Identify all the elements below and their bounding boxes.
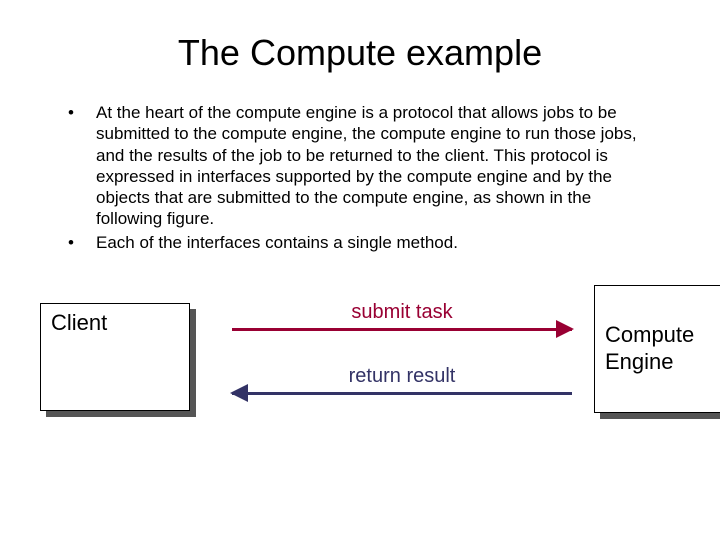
bullet-item: Each of the interfaces contains a single… — [68, 232, 660, 253]
engine-box-face: Compute Engine — [594, 285, 720, 413]
engine-label-line1: Compute — [605, 322, 694, 348]
bullet-list: At the heart of the compute engine is a … — [68, 102, 660, 253]
slide-title: The Compute example — [40, 32, 680, 74]
return-arrow-group: return result — [232, 365, 572, 395]
client-label: Client — [51, 310, 107, 336]
return-arrow — [232, 392, 572, 395]
submit-label: submit task — [232, 301, 572, 324]
diagram: Client submit task return result Compute… — [40, 281, 680, 451]
slide: The Compute example At the heart of the … — [0, 0, 720, 471]
engine-label-line2: Engine — [605, 349, 674, 375]
client-box-face: Client — [40, 303, 190, 411]
client-box: Client — [40, 303, 190, 411]
return-label: return result — [232, 365, 572, 388]
arrow-head-left-icon — [230, 384, 248, 402]
submit-arrow — [232, 328, 572, 331]
bullet-item: At the heart of the compute engine is a … — [68, 102, 660, 230]
arrow-head-right-icon — [556, 320, 574, 338]
engine-box: Compute Engine — [594, 285, 720, 413]
submit-arrow-group: submit task — [232, 301, 572, 331]
